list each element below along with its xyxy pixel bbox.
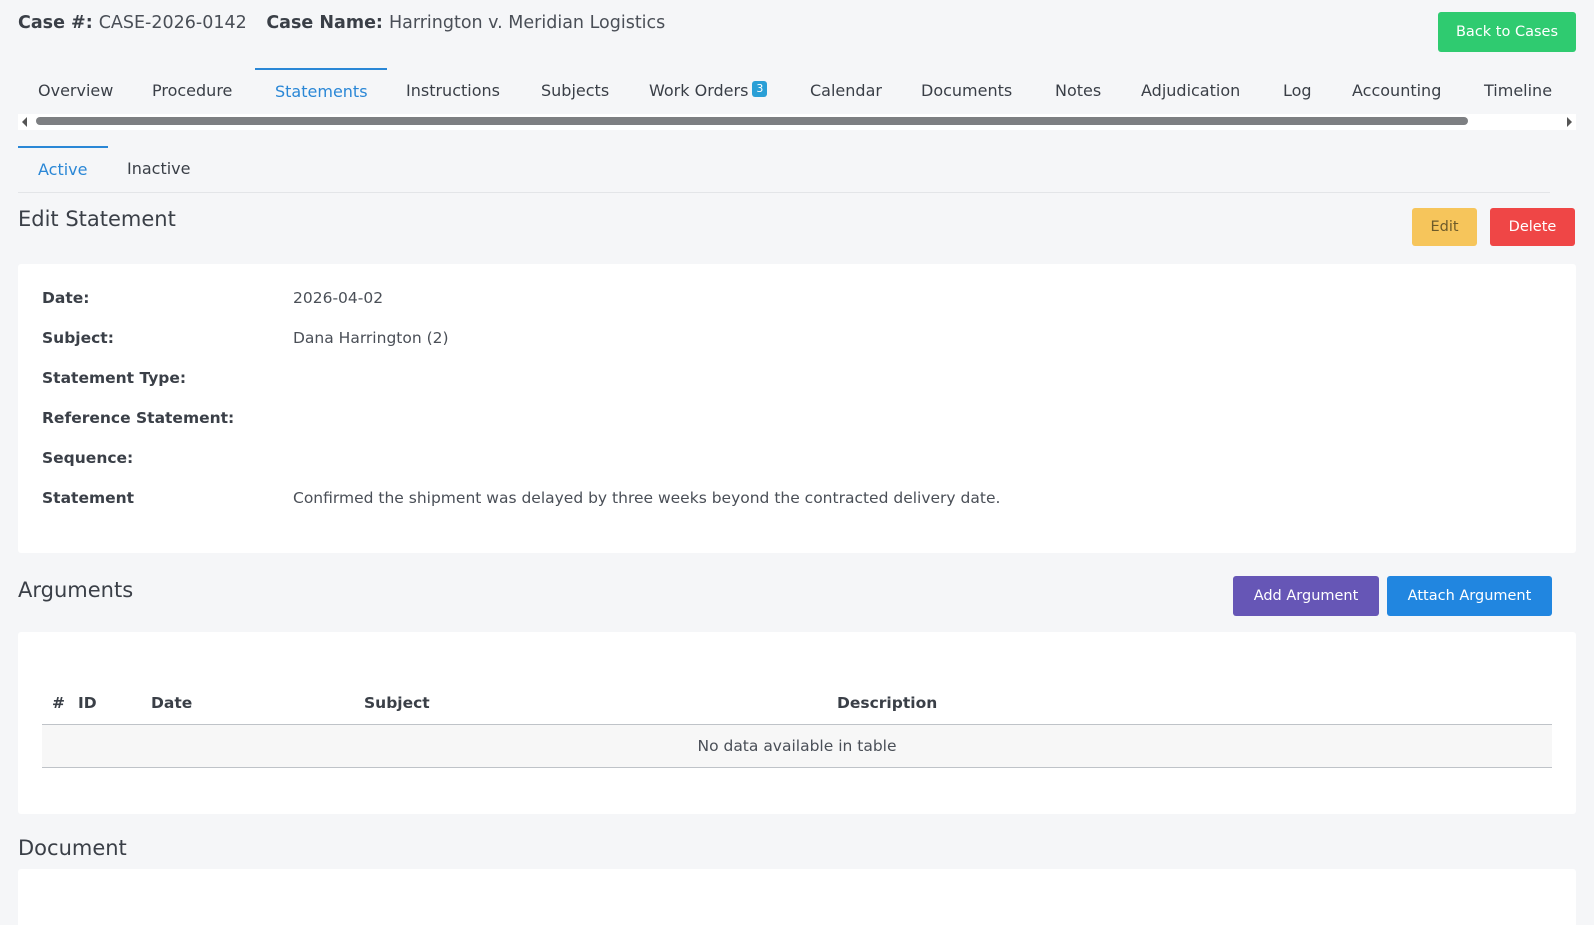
tab-label: Statements (275, 81, 368, 101)
subtab-active[interactable]: Active (18, 146, 108, 190)
case-tabs: Overview Procedure Statements Instructio… (18, 68, 1576, 112)
table-row: No data available in table (42, 724, 1552, 768)
tab-label: Log (1283, 80, 1312, 100)
empty-table-message: No data available in table (42, 724, 1552, 768)
column-header-id[interactable]: ID (66, 682, 139, 725)
tab-timeline[interactable]: Timeline (1464, 68, 1572, 112)
tab-label: Procedure (152, 80, 233, 100)
work-orders-count-badge: 3 (752, 81, 768, 97)
reference-statement-label: Reference Statement: (42, 409, 235, 427)
add-argument-button[interactable]: Add Argument (1233, 576, 1379, 616)
tab-work-orders[interactable]: Work Orders 3 (629, 68, 787, 112)
tab-statements[interactable]: Statements (255, 68, 387, 112)
back-to-cases-button[interactable]: Back to Cases (1438, 12, 1576, 52)
scroll-right-arrow-icon[interactable] (1567, 117, 1572, 127)
tab-log[interactable]: Log (1263, 68, 1332, 112)
document-card (18, 869, 1576, 925)
table-header-row: # ID Date Subject Description (42, 682, 1552, 725)
tab-label: Calendar (810, 80, 882, 100)
case-number-label: Case #: (18, 13, 93, 33)
document-title: Document (18, 836, 127, 860)
tab-label: Subjects (541, 80, 610, 100)
column-header-date[interactable]: Date (139, 682, 352, 725)
sequence-label: Sequence: (42, 449, 134, 467)
tab-label: Instructions (406, 80, 500, 100)
scrollbar-thumb[interactable] (36, 117, 1468, 125)
tab-instructions[interactable]: Instructions (386, 68, 520, 112)
subtab-inactive[interactable]: Inactive (107, 146, 211, 190)
scroll-left-arrow-icon[interactable] (22, 117, 27, 127)
tab-label: Adjudication (1141, 80, 1241, 100)
case-header: Case #: CASE-2026-0142 Case Name: Harringt… (18, 13, 679, 33)
tab-notes[interactable]: Notes (1035, 68, 1121, 112)
statement-type-label: Statement Type: (42, 369, 187, 387)
tab-label: Accounting (1352, 80, 1442, 100)
tab-adjudication[interactable]: Adjudication (1121, 68, 1260, 112)
tab-procedure[interactable]: Procedure (132, 68, 252, 112)
tab-calendar[interactable]: Calendar (790, 68, 902, 112)
subtab-label: Active (38, 159, 88, 179)
statement-label: Statement (42, 489, 135, 507)
statement-details-card: Date: 2026-04-02 Subject: Dana Harringto… (18, 264, 1576, 553)
column-header-description[interactable]: Description (825, 682, 1552, 725)
tab-accounting[interactable]: Accounting (1332, 68, 1461, 112)
tab-documents[interactable]: Documents (901, 68, 1032, 112)
arguments-title: Arguments (18, 578, 134, 602)
tab-label: Notes (1055, 80, 1102, 100)
arguments-table: # ID Date Subject Description No data av… (42, 682, 1552, 768)
arguments-card: # ID Date Subject Description No data av… (18, 632, 1576, 814)
case-name: Harrington v. Meridian Logistics (388, 13, 666, 33)
delete-button[interactable]: Delete (1490, 208, 1575, 246)
statement-subtabs: Active Inactive (18, 146, 1550, 193)
edit-button[interactable]: Edit (1412, 208, 1477, 246)
tab-label: Work Orders (649, 80, 749, 100)
tab-overview[interactable]: Overview (18, 68, 133, 112)
date-label: Date: (42, 289, 90, 307)
subtab-label: Inactive (127, 158, 191, 178)
tabs-scrollbar[interactable] (18, 114, 1576, 130)
case-name-label: Case Name: (266, 13, 383, 33)
subject-value: Dana Harrington (2) (293, 329, 449, 347)
column-header-number[interactable]: # (42, 682, 66, 725)
statement-text: Confirmed the shipment was delayed by th… (293, 489, 1001, 507)
edit-statement-title: Edit Statement (18, 207, 176, 231)
tab-label: Documents (921, 80, 1013, 100)
subject-label: Subject: (42, 329, 114, 347)
tab-subjects[interactable]: Subjects (521, 68, 629, 112)
date-value: 2026-04-02 (293, 289, 384, 307)
tab-label: Overview (38, 80, 114, 100)
tab-label: Timeline (1484, 80, 1553, 100)
attach-argument-button[interactable]: Attach Argument (1387, 576, 1552, 616)
case-number: CASE-2026-0142 (98, 13, 247, 33)
column-header-subject[interactable]: Subject (352, 682, 825, 725)
